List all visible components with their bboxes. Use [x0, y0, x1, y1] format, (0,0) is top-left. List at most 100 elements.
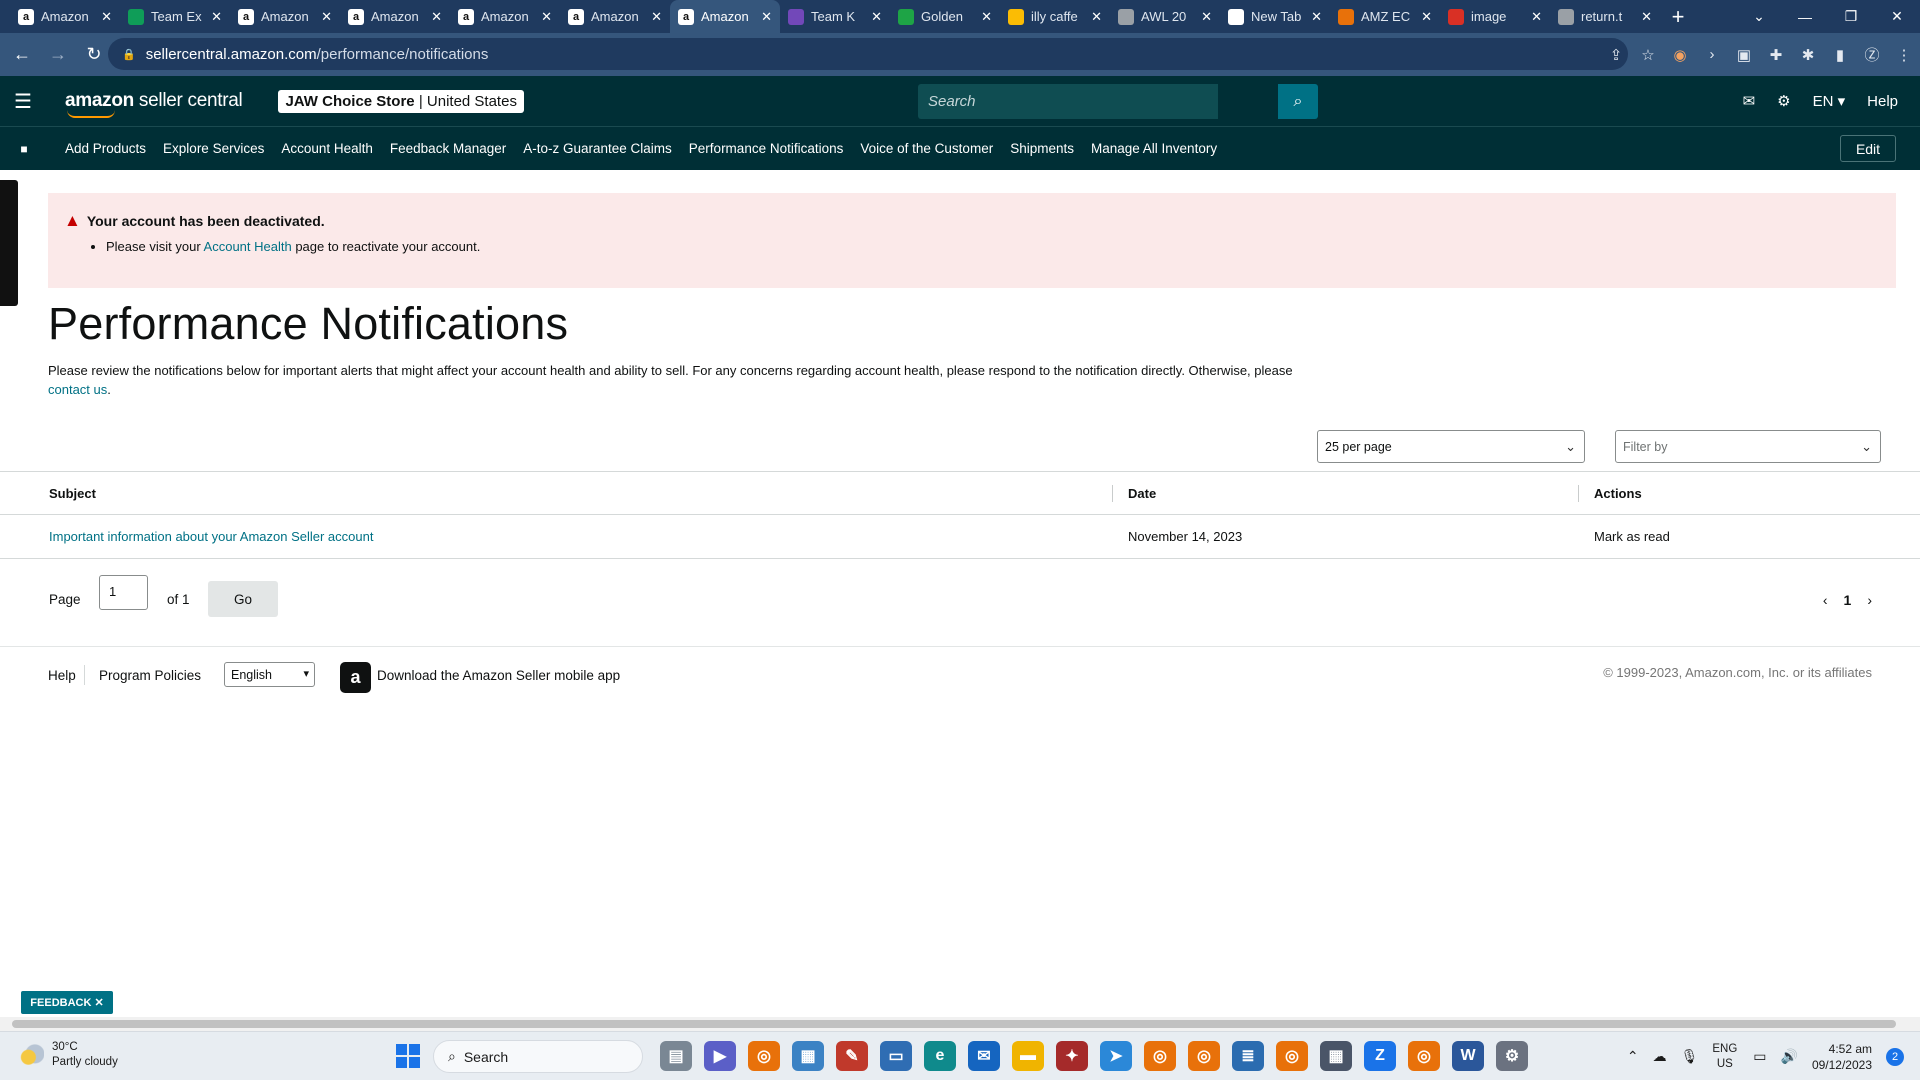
browser-tab[interactable]: a Amazon ✕	[10, 0, 120, 33]
extension-off-icon[interactable]: ▣	[1728, 46, 1760, 64]
language-selector[interactable]: EN ▾	[1813, 92, 1846, 110]
bookmark-star-icon[interactable]: ☆	[1632, 46, 1664, 64]
browser-tab[interactable]: New Tab ✕	[1220, 0, 1330, 33]
telegram-icon[interactable]: ➤	[1100, 1041, 1132, 1071]
browser-tab[interactable]: a Amazon ✕	[560, 0, 670, 33]
browser-tab[interactable]: Team K ✕	[780, 0, 890, 33]
app-icon[interactable]: ✦	[1056, 1041, 1088, 1071]
program-policies-link[interactable]: Program Policies	[99, 668, 201, 683]
close-icon[interactable]: ✕	[1311, 9, 1322, 25]
app-icon[interactable]: ▭	[880, 1041, 912, 1071]
task-view-icon[interactable]: ▤	[660, 1041, 692, 1071]
close-icon[interactable]: ✕	[1531, 9, 1542, 25]
scroll-thumb[interactable]	[12, 1020, 1896, 1028]
cloud-icon[interactable]: ☁	[1653, 1048, 1667, 1065]
notepad-icon[interactable]: ≣	[1232, 1041, 1264, 1071]
zoom-icon[interactable]: Z	[1364, 1041, 1396, 1071]
back-button[interactable]: ←	[8, 44, 36, 65]
nav-account-health[interactable]: Account Health	[281, 141, 373, 156]
file-explorer-icon[interactable]: ▬	[1012, 1041, 1044, 1071]
nav-add-products[interactable]: Add Products	[65, 141, 146, 156]
close-window-button[interactable]: ✕	[1874, 8, 1920, 25]
close-icon[interactable]: ✕	[1201, 9, 1212, 25]
nav-feedback-manager[interactable]: Feedback Manager	[390, 141, 506, 156]
side-panel-tab[interactable]	[0, 180, 18, 306]
teams-icon[interactable]: ▶	[704, 1041, 736, 1071]
help-link[interactable]: Help	[1867, 93, 1898, 110]
clock[interactable]: 4:52 am 09/12/2023	[1812, 1041, 1872, 1073]
chevron-up-icon[interactable]: ⌃	[1627, 1048, 1639, 1065]
minimize-button[interactable]: —	[1782, 9, 1828, 25]
nav-manage-inventory[interactable]: Manage All Inventory	[1091, 141, 1217, 156]
close-icon[interactable]: ✕	[1091, 9, 1102, 25]
reload-button[interactable]: ↻	[80, 44, 108, 65]
extensions-icon[interactable]: ✱	[1792, 46, 1824, 64]
edge-icon[interactable]: e	[924, 1041, 956, 1071]
close-icon[interactable]: ✕	[1421, 9, 1432, 25]
profile-avatar[interactable]: Ⓩ	[1856, 44, 1888, 65]
browser-tab[interactable]: AMZ EC ✕	[1330, 0, 1440, 33]
word-icon[interactable]: W	[1452, 1041, 1484, 1071]
store-icon[interactable]: ▦	[792, 1041, 824, 1071]
close-icon[interactable]: ✕	[211, 9, 222, 25]
browser-tab[interactable]: AWL 20 ✕	[1110, 0, 1220, 33]
browser-tab[interactable]: Golden ✕	[890, 0, 1000, 33]
per-page-select[interactable]: 25 per page ⌄	[1317, 430, 1585, 463]
settings-icon[interactable]: ⚙	[1496, 1041, 1528, 1071]
network-icon[interactable]: ▭	[1753, 1048, 1766, 1065]
close-icon[interactable]: ✕	[981, 9, 992, 25]
close-icon[interactable]: ✕	[101, 9, 112, 25]
volume-icon[interactable]: 🔊	[1781, 1048, 1798, 1065]
notification-badge[interactable]: 2	[1886, 1047, 1904, 1066]
go-button[interactable]: Go	[208, 581, 278, 617]
chrome-icon[interactable]: ◎	[1408, 1041, 1440, 1071]
close-icon[interactable]: ✕	[321, 9, 332, 25]
chrome-icon[interactable]: ◎	[748, 1041, 780, 1071]
footer-help-link[interactable]: Help	[48, 668, 76, 683]
notification-subject-link[interactable]: Important information about your Amazon …	[49, 529, 373, 544]
download-app-link[interactable]: Download the Amazon Seller mobile app	[377, 668, 620, 683]
store-selector[interactable]: JAW Choice Store | United States	[278, 89, 524, 113]
close-icon[interactable]: ✕	[651, 9, 662, 25]
browser-tab[interactable]: image ✕	[1440, 0, 1550, 33]
seller-central-logo[interactable]: amazon seller central	[65, 90, 243, 118]
extension-pin-icon[interactable]: ✚	[1760, 46, 1792, 64]
share-icon[interactable]: ⇪	[1600, 46, 1632, 64]
browser-tab[interactable]: return.t ✕	[1550, 0, 1660, 33]
app-icon[interactable]: ✎	[836, 1041, 868, 1071]
mail-icon[interactable]: ✉	[1743, 92, 1756, 110]
search-button[interactable]: ⌕	[1278, 84, 1318, 119]
contact-us-link[interactable]: contact us	[48, 382, 107, 397]
browser-tab[interactable]: Team Ex ✕	[120, 0, 230, 33]
horizontal-scrollbar[interactable]	[0, 1017, 1920, 1031]
windows-start-icon[interactable]	[396, 1044, 420, 1068]
page-number-input[interactable]: 1	[99, 575, 148, 610]
chrome-icon[interactable]: ◎	[1144, 1041, 1176, 1071]
forward-button[interactable]: →	[44, 44, 72, 65]
header-date[interactable]: Date	[1128, 486, 1156, 501]
footer-language-select[interactable]: English ▾	[224, 662, 315, 687]
edit-nav-button[interactable]: Edit	[1840, 135, 1896, 162]
nav-voice-of-customer[interactable]: Voice of the Customer	[860, 141, 993, 156]
nav-performance-notifications[interactable]: Performance Notifications	[689, 141, 844, 156]
browser-tab[interactable]: a Amazon ✕	[230, 0, 340, 33]
input-language[interactable]: ENG US	[1712, 1042, 1737, 1072]
filter-select[interactable]: Filter by ⌄	[1615, 430, 1881, 463]
close-icon[interactable]: ✕	[761, 9, 772, 25]
taskbar-search[interactable]: ⌕ Search	[433, 1040, 643, 1073]
extension-color-icon[interactable]: ◉	[1664, 46, 1696, 64]
mail-icon[interactable]: ✉	[968, 1041, 1000, 1071]
microphone-icon[interactable]: 🎙	[1681, 1048, 1699, 1065]
search-input[interactable]: Search	[918, 84, 1218, 119]
header-subject[interactable]: Subject	[49, 486, 96, 501]
weather-widget[interactable]: 30°C Partly cloudy	[18, 1040, 118, 1070]
browser-tab[interactable]: a Amazon ✕	[450, 0, 560, 33]
new-tab-button[interactable]: +	[1664, 4, 1692, 30]
nav-explore-services[interactable]: Explore Services	[163, 141, 264, 156]
calculator-icon[interactable]: ▦	[1320, 1041, 1352, 1071]
close-icon[interactable]: ✕	[94, 996, 103, 1009]
chevron-left-icon[interactable]: ‹	[1823, 592, 1828, 608]
chevron-right-icon[interactable]: ›	[1867, 592, 1872, 608]
mark-as-read-button[interactable]: Mark as read	[1594, 529, 1670, 544]
tab-search-icon[interactable]: ⌄	[1736, 8, 1782, 25]
